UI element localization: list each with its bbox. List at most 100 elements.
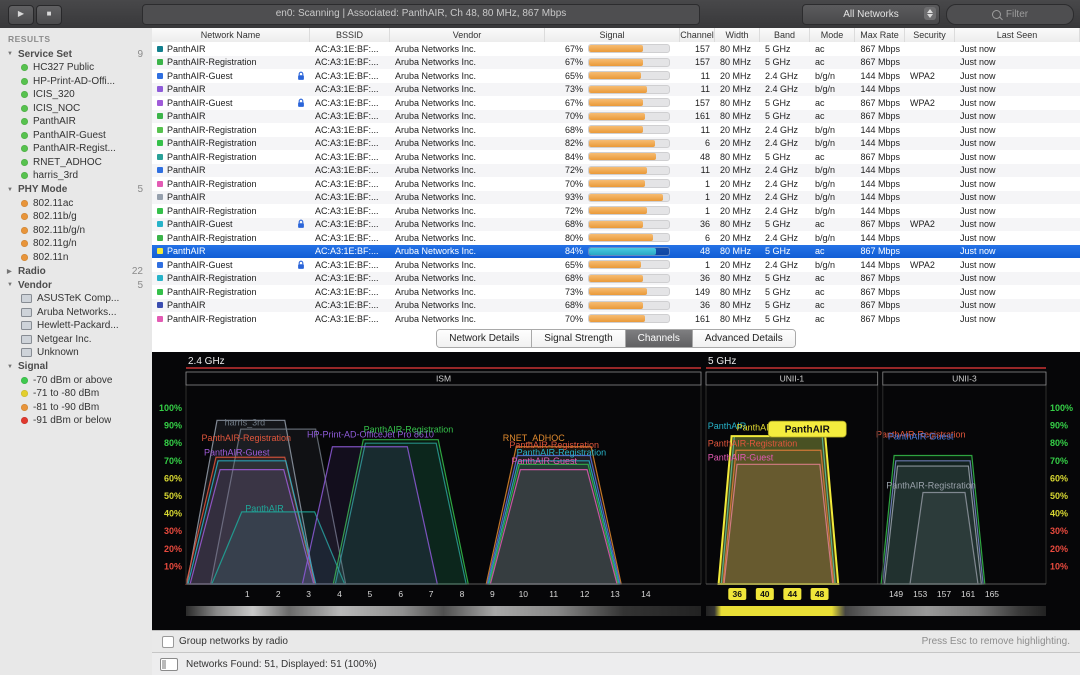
sidebar-item-91-dbm-or-below[interactable]: -91 dBm or below <box>0 414 152 428</box>
network-row[interactable]: PanthAIR AC:A3:1E:BF:... Aruba Networks In… <box>152 163 1080 177</box>
signal-percent: 72% <box>564 205 583 216</box>
column-header-last-seen[interactable]: Last Seen <box>955 28 1080 42</box>
sidebar-item-unknown[interactable]: Unknown <box>0 346 152 360</box>
network-row[interactable]: PanthAIR-Registration AC:A3:1E:BF:... Arub… <box>152 285 1080 299</box>
y-axis-label: 100% <box>1050 403 1073 413</box>
sidebar-item-hp-print-ad-offi[interactable]: HP-Print-AD-Offi... <box>0 75 152 89</box>
network-row[interactable]: PanthAIR-Registration AC:A3:1E:BF:... Arub… <box>152 55 1080 69</box>
mode: ac <box>815 300 825 311</box>
sidebar-section-phy-mode[interactable]: ▼ PHY Mode 5 <box>0 183 152 197</box>
sidebar-item-harris-3rd[interactable]: harris_3rd <box>0 169 152 183</box>
network-row[interactable]: PanthAIR-Guest AC:A3:1E:BF:... Aruba Netw… <box>152 69 1080 83</box>
status-dot-icon <box>21 403 28 411</box>
bssid: AC:A3:1E:BF:... <box>315 165 379 176</box>
sidebar-item-panthair[interactable]: PanthAIR <box>0 115 152 129</box>
group-by-radio-checkbox[interactable] <box>162 635 174 648</box>
sidebar-section-signal[interactable]: ▼ Signal <box>0 360 152 374</box>
sidebar-item-70-dbm-or-above[interactable]: -70 dBm or above <box>0 374 152 388</box>
channels-graph-svg: 100% 100% 90% 90% 80% 80% 70% 70% 60% 60% 50% 50% 40… <box>159 356 1073 616</box>
lock-icon <box>298 71 304 80</box>
signal-percent: 68% <box>564 219 583 230</box>
sidebar-item-asustek-comp[interactable]: ASUSTeK Comp... <box>0 292 152 306</box>
tab-channels[interactable]: Channels <box>625 330 693 348</box>
sidebar-item-rnet-adhoc[interactable]: RNET_ADHOC <box>0 156 152 170</box>
bssid: AC:A3:1E:BF:... <box>315 84 379 95</box>
sidebar-item-hc327-public[interactable]: HC327 Public <box>0 61 152 75</box>
max-rate: 144 Mbps <box>860 165 900 176</box>
sidebar-section-service-set[interactable]: ▼ Service Set 9 <box>0 47 152 61</box>
signal-bar <box>588 260 670 270</box>
network-filter-dropdown[interactable]: All Networks <box>802 4 940 25</box>
network-row[interactable]: PanthAIR-Guest AC:A3:1E:BF:... Aruba Netw… <box>152 96 1080 110</box>
sidebar-item-panthair-regist[interactable]: PanthAIR-Regist... <box>0 142 152 156</box>
network-row[interactable]: PanthAIR-Registration AC:A3:1E:BF:... Arub… <box>152 150 1080 164</box>
network-row[interactable]: PanthAIR AC:A3:1E:BF:... Aruba Networks In… <box>152 298 1080 312</box>
network-row[interactable]: PanthAIR AC:A3:1E:BF:... Aruba Networks In… <box>152 190 1080 204</box>
band-title: 5 GHz <box>708 356 736 367</box>
network-row[interactable]: PanthAIR AC:A3:1E:BF:... Aruba Networks In… <box>152 244 1080 258</box>
scan-start-button[interactable]: ▶ <box>8 5 34 25</box>
column-header-channel[interactable]: Channel <box>680 28 715 42</box>
sidebar-item-802-11g-n[interactable]: 802.11g/n <box>0 237 152 251</box>
disclosure-triangle-icon[interactable]: ▼ <box>7 187 18 193</box>
sidebar-section-radio[interactable]: ▶ Radio 22 <box>0 264 152 278</box>
column-header-network-name[interactable]: Network Name <box>152 28 310 42</box>
column-header-vendor[interactable]: Vendor <box>390 28 545 42</box>
sidebar-item-label: ICIS_320 <box>33 89 75 101</box>
network-row[interactable]: PanthAIR AC:A3:1E:BF:... Aruba Networks In… <box>152 109 1080 123</box>
sidebar-item-802-11b-g-n[interactable]: 802.11b/g/n <box>0 224 152 238</box>
band: 5 GHz <box>765 273 791 284</box>
network-color-icon <box>157 153 163 160</box>
status-dot-icon <box>21 91 28 99</box>
y-axis-label: 80% <box>1050 438 1068 448</box>
search-icon <box>991 10 1001 19</box>
network-row[interactable]: PanthAIR-Registration AC:A3:1E:BF:... Arub… <box>152 271 1080 285</box>
sidebar-item-icis-noc[interactable]: ICIS_NOC <box>0 102 152 116</box>
network-row[interactable]: PanthAIR-Guest AC:A3:1E:BF:... Aruba Netw… <box>152 258 1080 272</box>
sidebar-item-netgear-inc[interactable]: Netgear Inc. <box>0 333 152 347</box>
network-row[interactable]: PanthAIR-Registration AC:A3:1E:BF:... Arub… <box>152 123 1080 137</box>
sidebar-item-802-11b-g[interactable]: 802.11b/g <box>0 210 152 224</box>
column-header-security[interactable]: Security <box>905 28 955 42</box>
network-row[interactable]: PanthAIR-Registration AC:A3:1E:BF:... Arub… <box>152 231 1080 245</box>
channel: 1 <box>704 205 710 216</box>
sidebar-item-panthair-guest[interactable]: PanthAIR-Guest <box>0 129 152 143</box>
disclosure-triangle-icon[interactable]: ▼ <box>7 51 18 57</box>
column-header-width[interactable]: Width <box>715 28 760 42</box>
column-header-bssid[interactable]: BSSID <box>310 28 390 42</box>
sidebar-item-81-to-90-dbm[interactable]: -81 to -90 dBm <box>0 401 152 415</box>
disclosure-triangle-icon[interactable]: ▼ <box>7 364 18 370</box>
disclosure-triangle-icon[interactable]: ▼ <box>7 282 18 288</box>
tab-advanced-details[interactable]: Advanced Details <box>692 330 795 348</box>
width: 80 MHz <box>720 246 752 257</box>
network-row[interactable]: PanthAIR AC:A3:1E:BF:... Aruba Networks In… <box>152 42 1080 56</box>
signal-bar <box>588 84 670 94</box>
sidebar-item-aruba-networks[interactable]: Aruba Networks... <box>0 306 152 320</box>
sidebar-section-vendor[interactable]: ▼ Vendor 5 <box>0 278 152 292</box>
sidebar-item-icis-320[interactable]: ICIS_320 <box>0 88 152 102</box>
network-row[interactable]: PanthAIR AC:A3:1E:BF:... Aruba Networks In… <box>152 82 1080 96</box>
filter-search-input[interactable]: Filter <box>946 4 1074 25</box>
tab-network-details[interactable]: Network Details <box>437 330 533 348</box>
column-header-max-rate[interactable]: Max Rate <box>855 28 905 42</box>
column-header-mode[interactable]: Mode <box>810 28 855 42</box>
sidebar-item-label: Unknown <box>37 347 79 359</box>
sidebar-item-71-to-80-dbm[interactable]: -71 to -80 dBm <box>0 387 152 401</box>
channels-graph[interactable]: 100% 100% 90% 90% 80% 80% 70% 70% 60% 60% 50% 50% 40… <box>152 352 1080 630</box>
network-row[interactable]: PanthAIR-Registration AC:A3:1E:BF:... Arub… <box>152 177 1080 191</box>
sidebar-item-hewlett-packard[interactable]: Hewlett-Packard... <box>0 319 152 333</box>
scan-stop-button[interactable]: ■ <box>36 5 62 25</box>
network-row[interactable]: PanthAIR-Registration AC:A3:1E:BF:... Arub… <box>152 204 1080 218</box>
sidebar-item-802-11ac[interactable]: 802.11ac <box>0 197 152 211</box>
tab-signal-strength[interactable]: Signal Strength <box>532 330 626 348</box>
column-header-band[interactable]: Band <box>760 28 810 42</box>
sidebar-item-802-11n[interactable]: 802.11n <box>0 251 152 265</box>
channel: 161 <box>694 313 710 324</box>
network-color-icon <box>157 167 163 174</box>
sidebar-toggle-icon[interactable] <box>160 657 178 671</box>
network-row[interactable]: PanthAIR-Registration AC:A3:1E:BF:... Arub… <box>152 312 1080 326</box>
network-row[interactable]: PanthAIR-Registration AC:A3:1E:BF:... Arub… <box>152 136 1080 150</box>
column-header-signal[interactable]: Signal <box>545 28 680 42</box>
disclosure-triangle-icon[interactable]: ▶ <box>7 268 18 275</box>
network-row[interactable]: PanthAIR-Guest AC:A3:1E:BF:... Aruba Netw… <box>152 217 1080 231</box>
